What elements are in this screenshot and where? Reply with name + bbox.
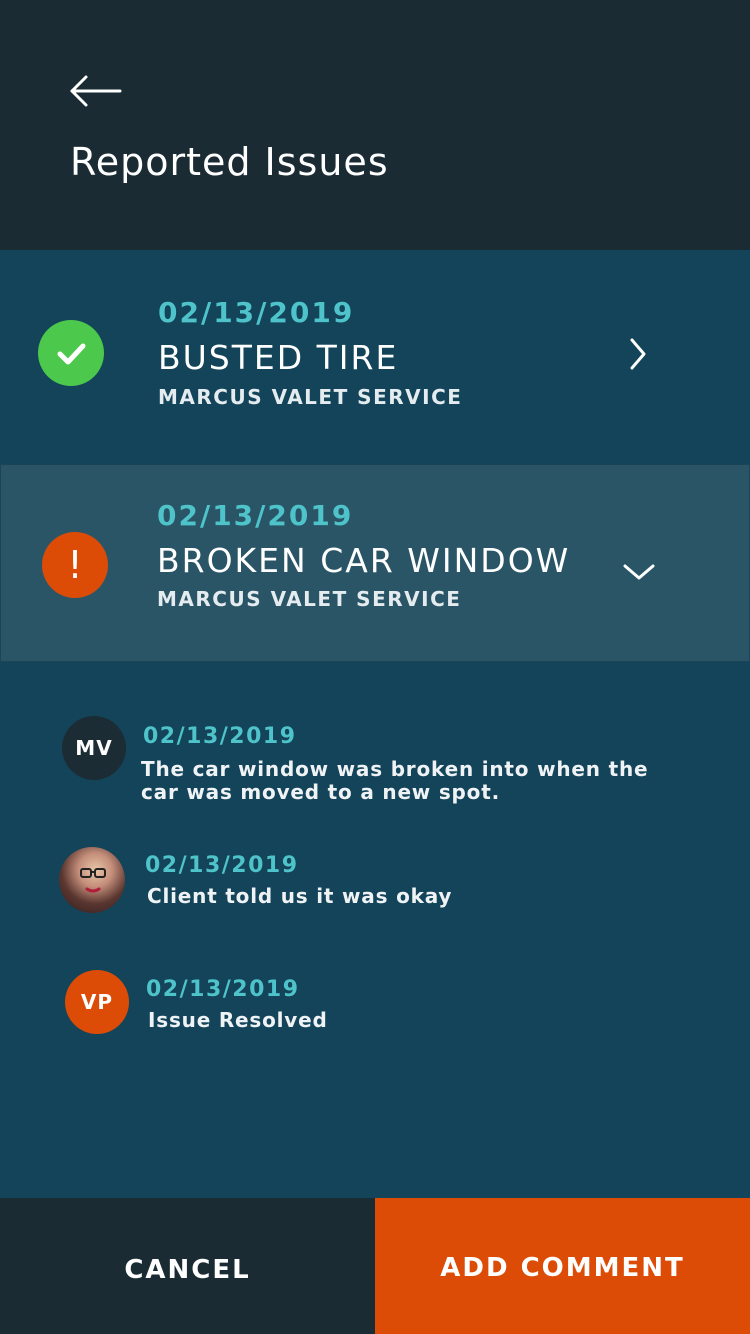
- comment-text: The car window was broken into when the …: [141, 757, 649, 804]
- issue-row-busted-tire[interactable]: 02/13/2019 BUSTED TIRE MARCUS VALET SERV…: [0, 250, 750, 464]
- header: Reported Issues: [0, 0, 750, 250]
- comment-date: 02/13/2019: [146, 977, 300, 1002]
- issue-title: BUSTED TIRE: [158, 338, 399, 377]
- cancel-button[interactable]: CANCEL: [0, 1198, 375, 1334]
- arrow-left-icon: [70, 75, 122, 107]
- chevron-right-icon[interactable]: [618, 334, 658, 374]
- check-circle-icon: [38, 320, 104, 386]
- comment-date: 02/13/2019: [143, 724, 297, 749]
- back-button[interactable]: [64, 66, 128, 116]
- cancel-button-label: CANCEL: [124, 1255, 251, 1285]
- avatar: MV: [62, 716, 126, 780]
- exclamation-mark: !: [67, 543, 83, 587]
- footer-actions: CANCEL ADD COMMENT: [0, 1198, 750, 1334]
- alert-circle-icon: !: [42, 532, 108, 598]
- avatar: VP: [65, 970, 129, 1034]
- chevron-down-icon[interactable]: [619, 553, 659, 593]
- issue-provider: MARCUS VALET SERVICE: [158, 385, 463, 409]
- issue-date: 02/13/2019: [158, 296, 355, 329]
- avatar-photo: [59, 847, 125, 913]
- issue-title: BROKEN CAR WINDOW: [157, 541, 571, 580]
- comment-date: 02/13/2019: [145, 853, 299, 878]
- add-comment-button-label: ADD COMMENT: [440, 1253, 685, 1283]
- comment-text: Issue Resolved: [148, 1008, 328, 1032]
- issue-date: 02/13/2019: [157, 499, 354, 532]
- add-comment-button[interactable]: ADD COMMENT: [375, 1198, 750, 1334]
- issue-row-broken-car-window[interactable]: ! 02/13/2019 BROKEN CAR WINDOW MARCUS VA…: [0, 464, 750, 662]
- page-title: Reported Issues: [70, 140, 389, 184]
- issue-provider: MARCUS VALET SERVICE: [157, 587, 462, 611]
- comment-text: Client told us it was okay: [147, 884, 453, 908]
